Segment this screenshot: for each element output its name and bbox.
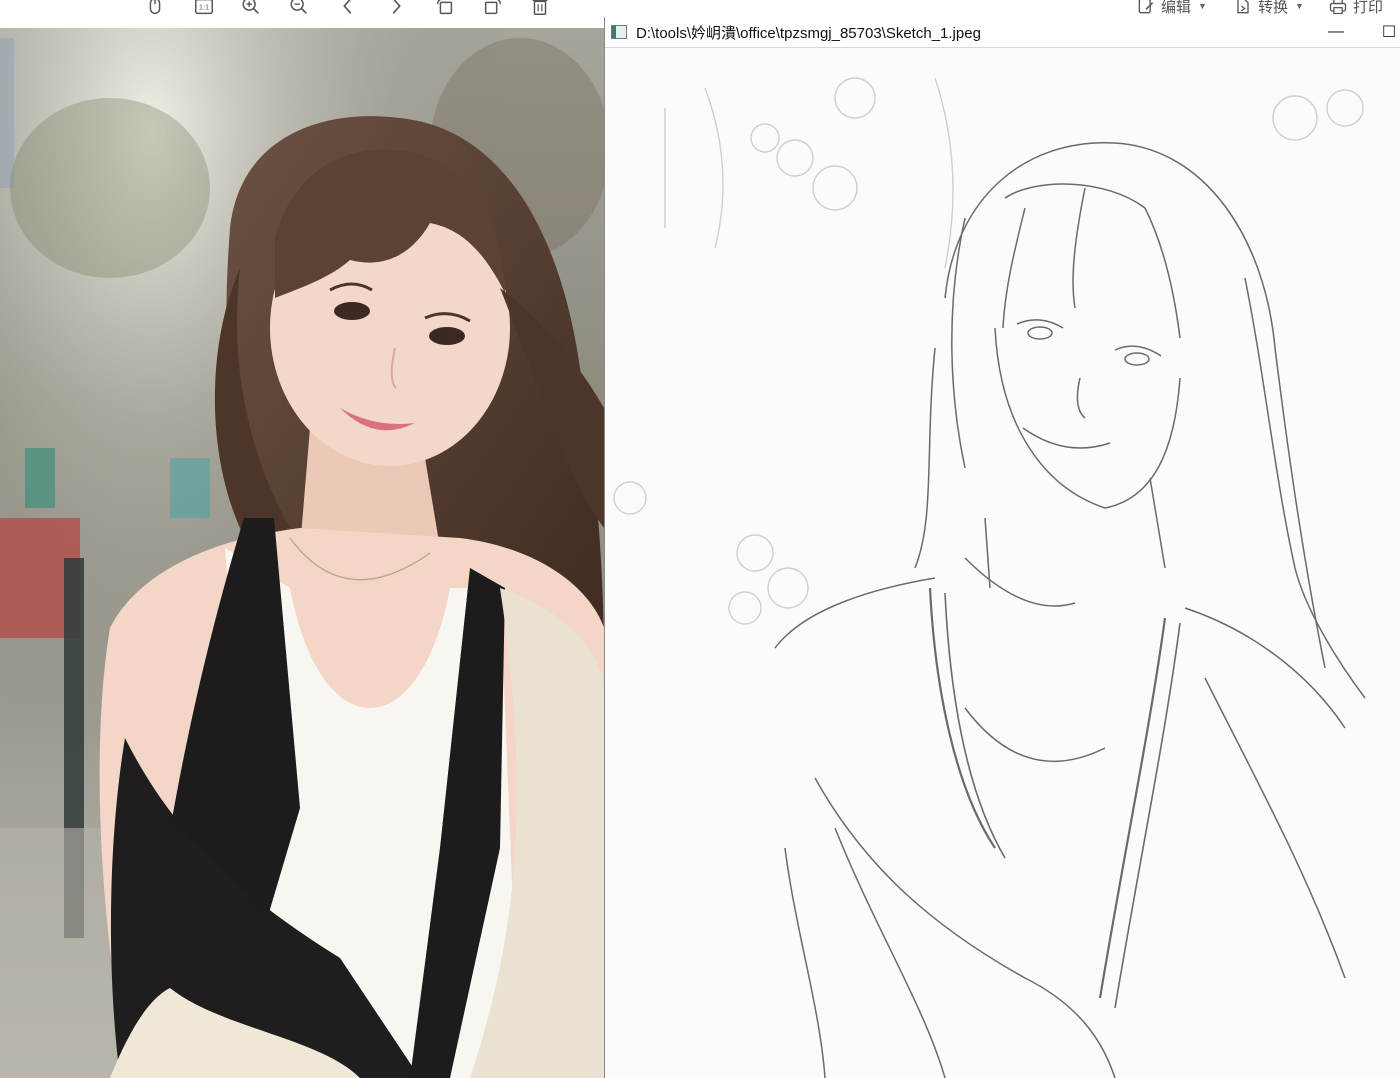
minimize-button[interactable]: — [1316,17,1356,47]
window-title: D:\tools\妗岄潰\office\tpzsmgj_85703\Sketch… [636,24,981,42]
viewer-toolbar: 1:1 编辑 ▼ 转换 ▼ 打印 [0,0,1400,18]
rotate-right-icon[interactable] [481,0,505,18]
actual-size-icon[interactable]: 1:1 [192,0,216,18]
edit-label: 编辑 [1161,0,1192,16]
sketch-image [605,48,1400,1078]
previous-icon[interactable] [336,0,360,18]
next-icon[interactable] [384,0,408,18]
print-icon [1329,0,1347,15]
mouse-icon[interactable] [143,0,167,18]
convert-label: 转换 [1258,0,1289,16]
window-title-bar[interactable]: D:\tools\妗岄潰\office\tpzsmgj_85703\Sketch… [605,17,1400,48]
print-button[interactable]: 打印 [1328,0,1383,17]
original-photo [0,28,604,1078]
print-label: 打印 [1353,0,1384,16]
edit-icon [1138,0,1154,14]
zoom-out-icon[interactable] [287,0,311,18]
zoom-in-icon[interactable] [239,0,263,18]
convert-icon [1237,0,1249,14]
rotate-left-icon[interactable] [433,0,457,18]
sketch-window: D:\tools\妗岄潰\office\tpzsmgj_85703\Sketch… [604,17,1400,1078]
chevron-down-icon: ▼ [1198,1,1207,11]
maximize-button[interactable]: ☐ [1369,17,1400,47]
actual-size-label: 1:1 [199,3,209,12]
convert-menu-button[interactable]: 转换 ▼ [1233,0,1304,17]
edit-menu-button[interactable]: 编辑 ▼ [1136,0,1207,17]
app-icon [611,25,627,39]
delete-icon[interactable] [528,0,552,18]
chevron-down-icon: ▼ [1295,1,1304,11]
